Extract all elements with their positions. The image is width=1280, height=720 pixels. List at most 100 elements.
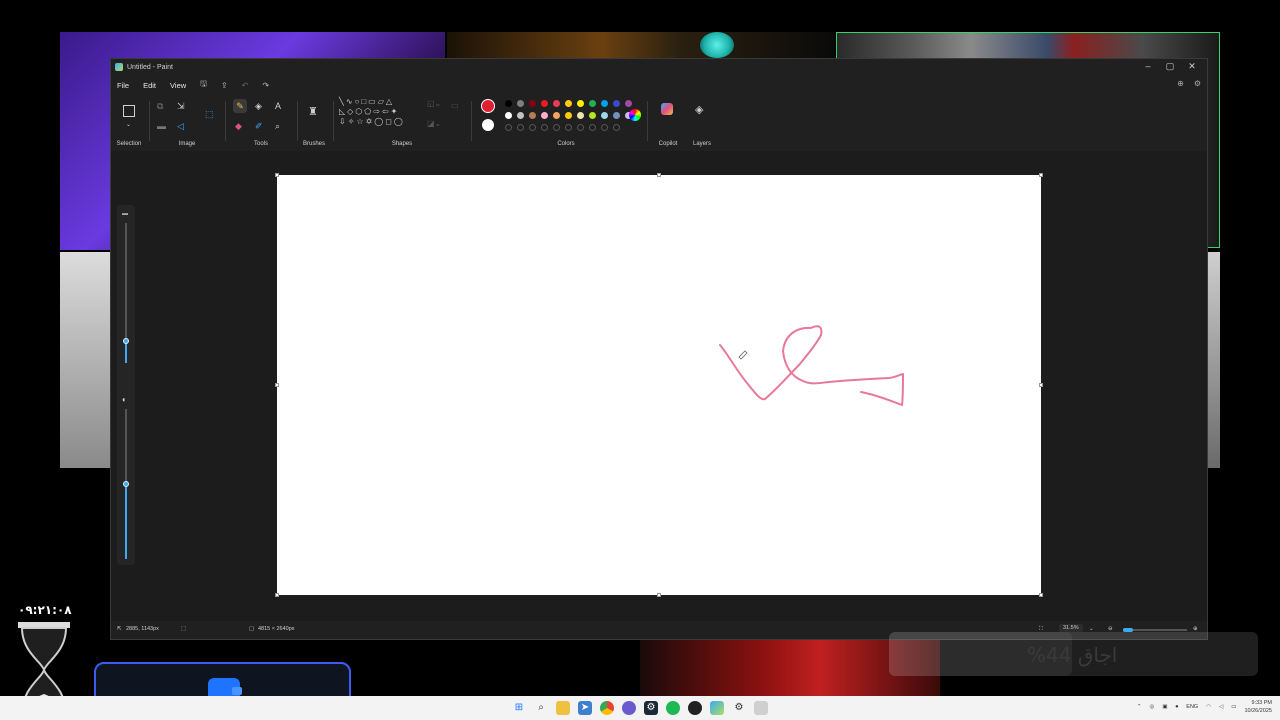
custom-color-slot[interactable] bbox=[565, 124, 572, 131]
color-swatch[interactable] bbox=[601, 100, 608, 107]
text-icon[interactable]: A bbox=[275, 101, 281, 111]
redo-icon[interactable]: ↷ bbox=[262, 81, 269, 90]
resize-icon[interactable]: ⇲ bbox=[177, 101, 185, 112]
file-explorer-icon[interactable] bbox=[556, 701, 570, 715]
app-taskbar-icon[interactable] bbox=[754, 701, 768, 715]
undo-icon[interactable]: ↶ bbox=[242, 81, 249, 90]
color-wheel-icon[interactable] bbox=[629, 109, 641, 121]
paint-taskbar-icon[interactable] bbox=[710, 701, 724, 715]
remove-background-icon[interactable]: ⬚ bbox=[205, 109, 214, 120]
color-swatch[interactable] bbox=[565, 100, 572, 107]
color-swatch[interactable] bbox=[505, 100, 512, 107]
microphone-icon[interactable]: ⏺ bbox=[1176, 704, 1179, 711]
maximize-icon[interactable]: ▢ bbox=[1159, 61, 1181, 72]
chrome-icon[interactable] bbox=[600, 701, 614, 715]
fill-icon[interactable]: ◈ bbox=[255, 101, 262, 112]
size-slider-knob[interactable] bbox=[123, 338, 129, 344]
color-swatch[interactable] bbox=[589, 112, 596, 119]
start-icon[interactable]: ⊞ bbox=[512, 701, 526, 715]
save-icon[interactable]: 🖫 bbox=[200, 78, 207, 92]
magnifier-icon[interactable]: ⌕ bbox=[275, 121, 280, 132]
resize-handle[interactable] bbox=[275, 173, 279, 177]
layers-icon[interactable]: ◈ bbox=[695, 103, 703, 116]
color-swatch[interactable] bbox=[529, 112, 536, 119]
menu-view[interactable]: View bbox=[170, 81, 186, 90]
color-swatch[interactable] bbox=[541, 112, 548, 119]
color-swatch[interactable] bbox=[625, 100, 632, 107]
color-swatch[interactable] bbox=[505, 112, 512, 119]
shape-fill-icon[interactable]: ◪⌄ bbox=[427, 119, 441, 128]
color-swatch[interactable] bbox=[517, 112, 524, 119]
color-swatch[interactable] bbox=[577, 112, 584, 119]
color-swatch[interactable] bbox=[589, 100, 596, 107]
settings-taskbar-icon[interactable]: ⚙ bbox=[732, 701, 746, 715]
zoom-select[interactable]: 31.5% bbox=[1059, 624, 1083, 632]
search-icon[interactable]: ⌕ bbox=[534, 701, 548, 715]
resize-handle[interactable] bbox=[1039, 383, 1043, 387]
color-picker-icon[interactable]: ✐ bbox=[255, 121, 263, 132]
custom-color-slot[interactable] bbox=[505, 124, 512, 131]
color-swatch[interactable] bbox=[601, 112, 608, 119]
eraser-icon[interactable]: ◆ bbox=[235, 121, 242, 132]
color-swatch[interactable] bbox=[565, 112, 572, 119]
menu-file[interactable]: File bbox=[117, 81, 129, 90]
volume-icon[interactable]: ◁ bbox=[1219, 704, 1223, 710]
drawing-canvas[interactable] bbox=[275, 173, 1043, 597]
color-swatch[interactable] bbox=[577, 100, 584, 107]
rotate-icon[interactable]: ◁ bbox=[177, 121, 184, 132]
close-icon[interactable]: ✕ bbox=[1181, 61, 1203, 72]
settings-icon[interactable]: ⚙ bbox=[1194, 79, 1201, 88]
shape-style-icon[interactable]: ▭ bbox=[451, 101, 459, 110]
spotify-icon[interactable] bbox=[666, 701, 680, 715]
color-swatch[interactable] bbox=[613, 112, 620, 119]
steam-icon[interactable]: ⚙ bbox=[644, 701, 658, 715]
tray-app-icon[interactable]: ▣ bbox=[1162, 704, 1167, 710]
obs-icon[interactable] bbox=[688, 701, 702, 715]
image-edit-icon[interactable]: ▬ bbox=[157, 121, 166, 131]
outline-icon[interactable]: ◱⌄ bbox=[427, 99, 441, 108]
secondary-color-swatch[interactable] bbox=[482, 119, 494, 131]
copilot-icon[interactable] bbox=[661, 103, 673, 115]
custom-color-slot[interactable] bbox=[541, 124, 548, 131]
chevron-up-icon[interactable]: ⌃ bbox=[1137, 704, 1142, 710]
clock[interactable]: 9:33 PM 10/26/2025 bbox=[1244, 699, 1272, 715]
discord-icon[interactable] bbox=[622, 701, 636, 715]
resize-handle[interactable] bbox=[657, 173, 661, 177]
language-indicator[interactable]: ENG bbox=[1186, 704, 1198, 710]
color-swatch[interactable] bbox=[613, 100, 620, 107]
resize-handle[interactable] bbox=[657, 593, 661, 597]
menu-edit[interactable]: Edit bbox=[143, 81, 156, 90]
custom-color-slot[interactable] bbox=[529, 124, 536, 131]
shapes-gallery[interactable]: ╲∿○□▭▱△ ◺◇⬡⬠⇨⇦✦ ⇩✧☆✡◯◻◯ bbox=[339, 97, 421, 127]
crop-icon[interactable]: ⧉ bbox=[157, 101, 163, 112]
color-swatch[interactable] bbox=[517, 100, 524, 107]
rectangle-select-icon[interactable] bbox=[123, 105, 135, 117]
resize-handle[interactable] bbox=[1039, 173, 1043, 177]
custom-color-slot[interactable] bbox=[613, 124, 620, 131]
title-bar: Untitled - Paint – ▢ ✕ bbox=[111, 59, 1207, 75]
share-icon[interactable]: ⇪ bbox=[221, 81, 228, 90]
custom-color-slot[interactable] bbox=[553, 124, 560, 131]
chevron-down-icon[interactable]: ⌄ bbox=[126, 121, 131, 128]
resize-handle[interactable] bbox=[1039, 593, 1043, 597]
account-icon[interactable]: ⊕ bbox=[1177, 79, 1184, 88]
color-swatch[interactable] bbox=[541, 100, 548, 107]
color-swatch[interactable] bbox=[529, 100, 536, 107]
opacity-slider-knob[interactable] bbox=[123, 481, 129, 487]
custom-color-slot[interactable] bbox=[577, 124, 584, 131]
wifi-icon[interactable]: ◠ bbox=[1206, 704, 1211, 710]
custom-color-slot[interactable] bbox=[589, 124, 596, 131]
color-swatch[interactable] bbox=[553, 100, 560, 107]
custom-color-slot[interactable] bbox=[517, 124, 524, 131]
pencil-icon[interactable]: ✎ bbox=[233, 99, 247, 113]
app-icon[interactable]: ➤ bbox=[578, 701, 592, 715]
custom-color-slot[interactable] bbox=[601, 124, 608, 131]
color-swatch[interactable] bbox=[553, 112, 560, 119]
brush-icon[interactable]: ♜ bbox=[308, 105, 318, 118]
minimize-icon[interactable]: – bbox=[1137, 61, 1159, 72]
primary-color-swatch[interactable] bbox=[481, 99, 495, 113]
resize-handle[interactable] bbox=[275, 383, 279, 387]
tray-app-icon[interactable]: ◎ bbox=[1150, 704, 1155, 710]
resize-handle[interactable] bbox=[275, 593, 279, 597]
battery-icon[interactable]: ▭ bbox=[1231, 704, 1236, 710]
